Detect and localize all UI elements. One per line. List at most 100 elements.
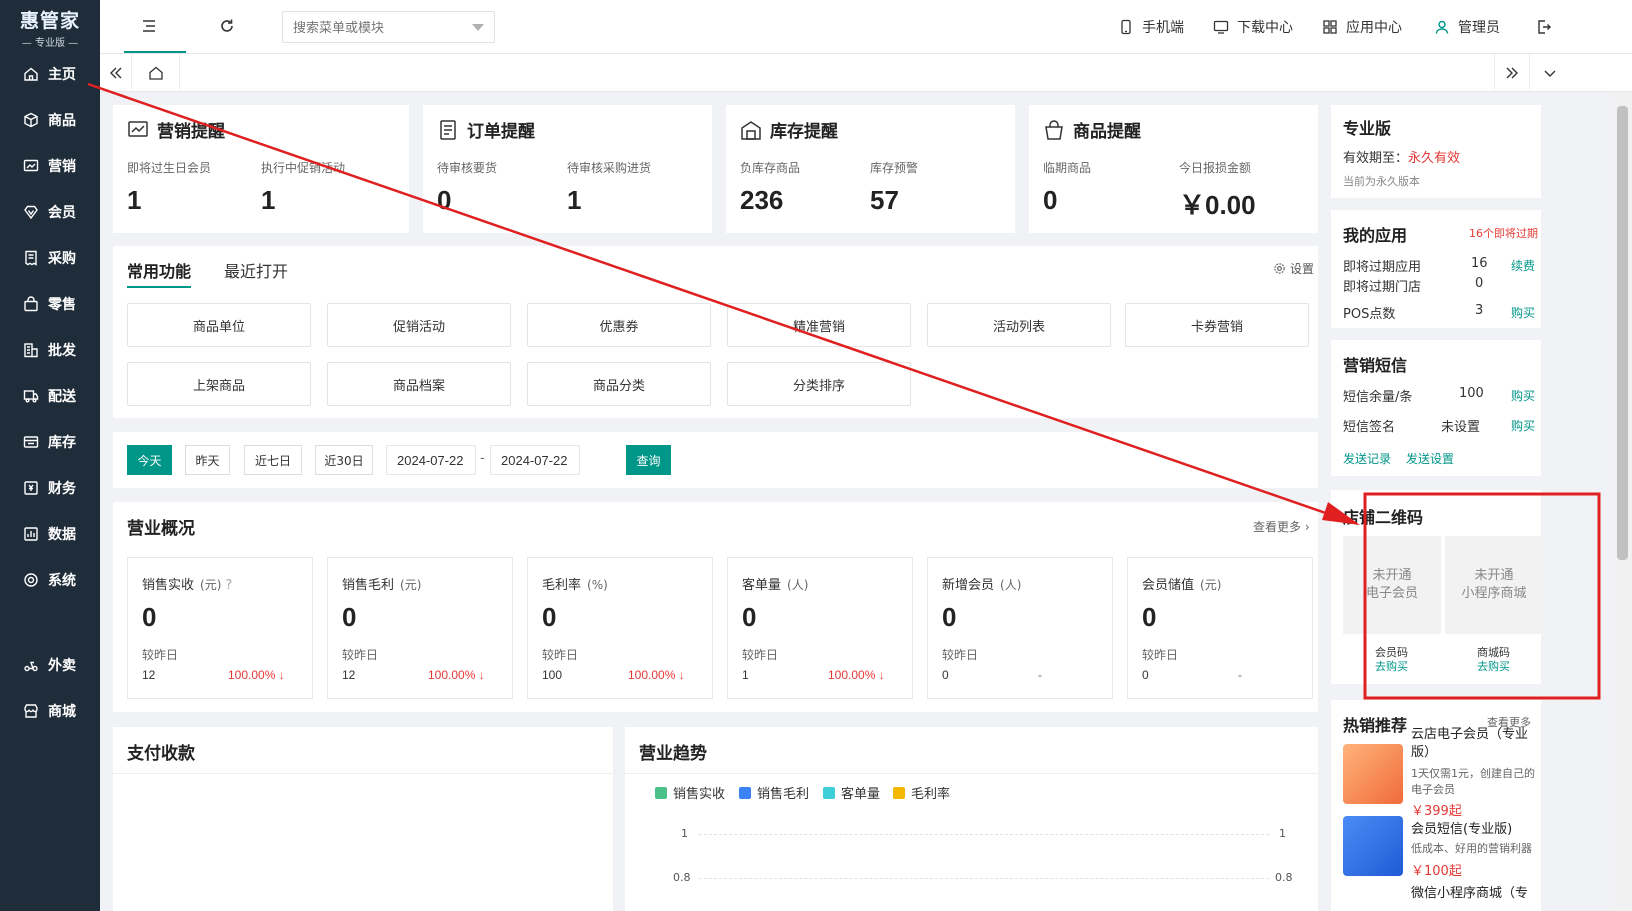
trend-panel: 营业趋势 销售实收 销售毛利 客单量 毛利率 1 0.8 1 0.8 — [625, 727, 1318, 911]
view-more-link[interactable]: 查看更多 › — [1253, 518, 1310, 535]
product-name[interactable]: 会员短信(专业版) — [1411, 818, 1541, 837]
tabs-scroll-left-icon[interactable] — [100, 54, 132, 92]
func-button[interactable]: 优惠券 — [527, 303, 711, 347]
refresh-icon[interactable] — [218, 17, 236, 35]
sidebar-item-data[interactable]: 数据 — [0, 514, 100, 554]
func-button[interactable]: 商品分类 — [527, 362, 711, 406]
product-thumbnail[interactable] — [1343, 744, 1403, 804]
sidebar-item-wholesale[interactable]: 批发 — [0, 330, 100, 370]
func-button[interactable]: 活动列表 — [927, 303, 1111, 347]
sms-title: 营销短信 — [1343, 356, 1408, 375]
legend-item[interactable]: 销售实收 — [655, 783, 725, 802]
logout-icon[interactable] — [1536, 17, 1560, 37]
legend-item[interactable]: 毛利率 — [893, 783, 950, 802]
menu-toggle-icon[interactable] — [140, 17, 158, 35]
reminder-value[interactable]: 236 — [740, 185, 783, 216]
stat-label: 销售实收 (元)? — [142, 578, 233, 593]
sidebar-item-marketing[interactable]: 营销 — [0, 146, 100, 186]
start-date-input[interactable]: 2024-07-22 — [386, 445, 476, 475]
stat-card[interactable]: 销售实收 (元)? 0 较昨日 12 100.00% ↓ — [127, 557, 313, 699]
sidebar-item-delivery[interactable]: 配送 — [0, 376, 100, 416]
sidebar-item-label: 配送 — [48, 389, 76, 405]
chevron-down-icon[interactable] — [472, 24, 484, 31]
func-button[interactable]: 上架商品 — [127, 362, 311, 406]
user-menu[interactable]: 管理员 — [1434, 17, 1500, 37]
filter-7days-button[interactable]: 近七日 — [244, 445, 302, 475]
filter-today-button[interactable]: 今天 — [127, 445, 172, 475]
func-button[interactable]: 商品档案 — [327, 362, 511, 406]
func-button[interactable]: 商品单位 — [127, 303, 311, 347]
sidebar-item-finance[interactable]: 财务 — [0, 468, 100, 508]
gridline — [699, 878, 1269, 879]
buy-link[interactable]: 购买 — [1511, 387, 1535, 404]
trend-icon — [128, 120, 148, 137]
legend-item[interactable]: 销售毛利 — [739, 783, 809, 802]
help-icon[interactable]: ? — [225, 578, 232, 593]
buy-link[interactable]: 去购买 — [1477, 658, 1510, 674]
func-button[interactable]: 卡券营销 — [1125, 303, 1309, 347]
stat-card[interactable]: 毛利率 (%) 0 较昨日 100 100.00% ↓ — [527, 557, 713, 699]
edition-panel: 专业版 有效期至：永久有效 当前为永久版本 — [1331, 105, 1541, 198]
reminder-value[interactable]: 0 — [437, 185, 451, 216]
buy-link[interactable]: 购买 — [1511, 417, 1535, 434]
buy-link[interactable]: 去购买 — [1375, 658, 1408, 674]
func-button[interactable]: 分类排序 — [727, 362, 911, 406]
func-button[interactable]: 促销活动 — [327, 303, 511, 347]
sidebar-item-purchase[interactable]: 采购 — [0, 238, 100, 278]
reminder-value[interactable]: 0 — [1043, 185, 1057, 216]
tab-common-functions[interactable]: 常用功能 — [127, 258, 191, 282]
user-icon — [1435, 20, 1449, 34]
filter-yesterday-button[interactable]: 昨天 — [185, 445, 230, 475]
stat-card[interactable]: 客单量 (人) 0 较昨日 1 100.00% ↓ — [727, 557, 913, 699]
document-icon — [440, 119, 456, 140]
stat-value: 0 — [942, 602, 957, 632]
sidebar-item-goods[interactable]: 商品 — [0, 100, 100, 140]
settings-link[interactable]: 设置 — [1273, 260, 1314, 277]
sidebar-item-label: 零售 — [48, 297, 76, 313]
tabs-menu-icon[interactable] — [1532, 54, 1568, 92]
product-name[interactable]: 微信小程序商城（专 — [1411, 882, 1541, 901]
menu-search[interactable] — [282, 11, 495, 43]
order-reminder-panel: 订单提醒 待审核要货 待审核采购进货 0 1 — [423, 105, 712, 233]
product-name[interactable]: 云店电子会员（专业版） — [1411, 726, 1541, 762]
sidebar-item-home[interactable]: 主页 — [0, 54, 100, 94]
reminder-value[interactable]: ￥0.00 — [1179, 185, 1256, 222]
reminder-value[interactable]: 57 — [870, 185, 899, 216]
tab-home[interactable] — [132, 54, 180, 92]
legend-item[interactable]: 客单量 — [823, 783, 880, 802]
reminder-value[interactable]: 1 — [567, 185, 581, 216]
reminder-value[interactable]: 1 — [261, 185, 275, 216]
logo[interactable]: 惠管家 — 专业版 — — [0, 0, 100, 50]
reminder-value[interactable]: 1 — [127, 185, 141, 216]
scrollbar-thumb[interactable] — [1617, 106, 1628, 560]
member-qr-placeholder[interactable]: 未开通 电子会员 — [1343, 536, 1441, 634]
send-records-link[interactable]: 发送记录 — [1343, 450, 1391, 467]
sidebar-item-takeout[interactable]: 外卖 — [0, 645, 100, 685]
app-center-link[interactable]: 应用中心 — [1322, 17, 1402, 37]
sidebar-item-inventory[interactable]: 库存 — [0, 422, 100, 462]
download-center-link[interactable]: 下载中心 — [1213, 17, 1293, 37]
sidebar-item-retail[interactable]: 零售 — [0, 284, 100, 324]
store-icon — [22, 702, 40, 720]
sidebar-item-system[interactable]: 系统 — [0, 560, 100, 600]
mall-qr-placeholder[interactable]: 未开通 小程序商城 — [1445, 536, 1543, 634]
buy-link[interactable]: 购买 — [1511, 304, 1535, 321]
product-thumbnail[interactable] — [1343, 816, 1403, 876]
end-date-input[interactable]: 2024-07-22 — [490, 445, 580, 475]
query-button[interactable]: 查询 — [626, 445, 671, 475]
renew-link[interactable]: 续费 — [1511, 257, 1535, 274]
tab-recently-opened[interactable]: 最近打开 — [224, 258, 288, 282]
tabs-scroll-right-icon[interactable] — [1494, 54, 1530, 92]
search-input[interactable] — [283, 12, 453, 42]
stat-card[interactable]: 销售毛利 (元) 0 较昨日 12 100.00% ↓ — [327, 557, 513, 699]
stat-label: 新增会员 (人) — [942, 578, 1022, 593]
sidebar-item-member[interactable]: 会员 — [0, 192, 100, 232]
mobile-link[interactable]: 手机端 — [1118, 17, 1184, 37]
func-button[interactable]: 精准营销 — [727, 303, 911, 347]
filter-30days-button[interactable]: 近30日 — [315, 445, 373, 475]
send-settings-link[interactable]: 发送设置 — [1406, 450, 1454, 467]
my-apps-title: 我的应用 — [1343, 226, 1408, 245]
stat-card[interactable]: 会员储值 (元) 0 较昨日 0 - — [1127, 557, 1313, 699]
sidebar-item-mall[interactable]: 商城 — [0, 691, 100, 731]
stat-card[interactable]: 新增会员 (人) 0 较昨日 0 - — [927, 557, 1113, 699]
